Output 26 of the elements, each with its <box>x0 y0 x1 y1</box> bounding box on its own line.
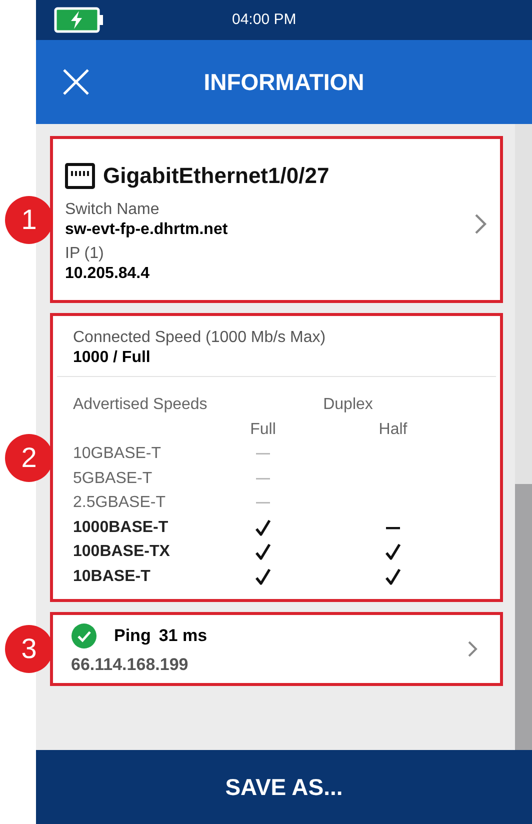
chevron-right-icon[interactable] <box>474 212 488 234</box>
port-name: GigabitEthernet1/0/27 <box>103 162 330 190</box>
column-heading: Half <box>378 420 408 440</box>
status-time: 04:00 PM <box>232 10 296 30</box>
ip-address: 66.114.168.199 <box>71 655 190 675</box>
ethernet-port-icon <box>65 162 95 188</box>
field-label: Switch Name <box>65 200 160 220</box>
ping-label: Ping <box>114 626 151 646</box>
column-heading: Full <box>250 420 276 440</box>
connected-speed-label: Connected Speed (1000 Mb/s Max) <box>73 328 327 348</box>
column-heading: Duplex <box>322 395 374 415</box>
speed-name: 10GBASE-T <box>73 445 162 462</box>
column-heading: Advertised Speeds <box>73 395 208 415</box>
speed-name: 5GBASE-T <box>73 470 152 486</box>
connected-speed-value: 1000 / Full <box>73 348 152 368</box>
ping-time: 31 ms <box>158 626 208 646</box>
field-value: 10.205.84.4 <box>65 264 151 284</box>
field-value: sw-evt-fp-e.dhrtm.net <box>65 220 229 240</box>
speed-name: 100BASE-TX <box>73 543 170 560</box>
save-as-button[interactable]: SAVE AS... <box>36 750 532 824</box>
scrollbar-thumb[interactable] <box>515 484 532 750</box>
page-title: INFORMATION <box>202 68 366 97</box>
field-label: IP (1) <box>65 244 105 264</box>
speed-name: 2.5GBASE-T <box>73 494 166 511</box>
speed-name: 1000BASE-T <box>73 518 168 536</box>
speed-name: 10BASE-T <box>73 568 150 584</box>
